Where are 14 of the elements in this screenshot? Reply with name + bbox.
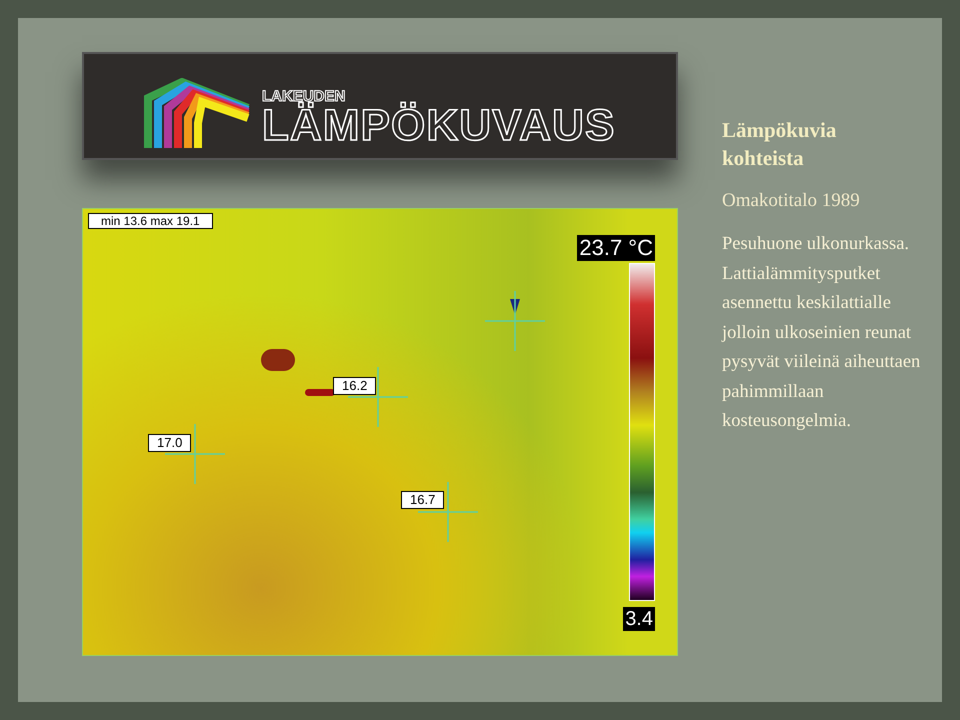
range-label: min 13.6 max 19.1 bbox=[88, 213, 213, 229]
temperature-reading: 17.0 bbox=[148, 434, 192, 452]
description-text: Pesuhuone ulkonurkassa. Lattialämmitysputket asennettu keskilattialle jolloin ulkoseinien reunat pysyvät viileinä aiheuttaen pahimmillaan kosteusongelmia. bbox=[722, 233, 922, 433]
scale-min-label: 3.4 bbox=[623, 607, 655, 631]
temperature-reading: 16.2 bbox=[333, 377, 376, 395]
slide-subtitle: Omakotitalo 1989 bbox=[722, 189, 861, 213]
logo-large-text: LÄMPÖKUVAUS bbox=[262, 104, 616, 148]
slide-title: Lämpökuvia kohteista bbox=[722, 117, 838, 172]
scale-max-label: 23.7 °C bbox=[577, 235, 655, 261]
temperature-reading: 16.7 bbox=[401, 491, 444, 509]
marker-icon bbox=[510, 299, 520, 315]
hot-spot bbox=[305, 389, 335, 396]
hot-spot bbox=[261, 349, 295, 371]
crosshair-icon bbox=[485, 291, 545, 351]
